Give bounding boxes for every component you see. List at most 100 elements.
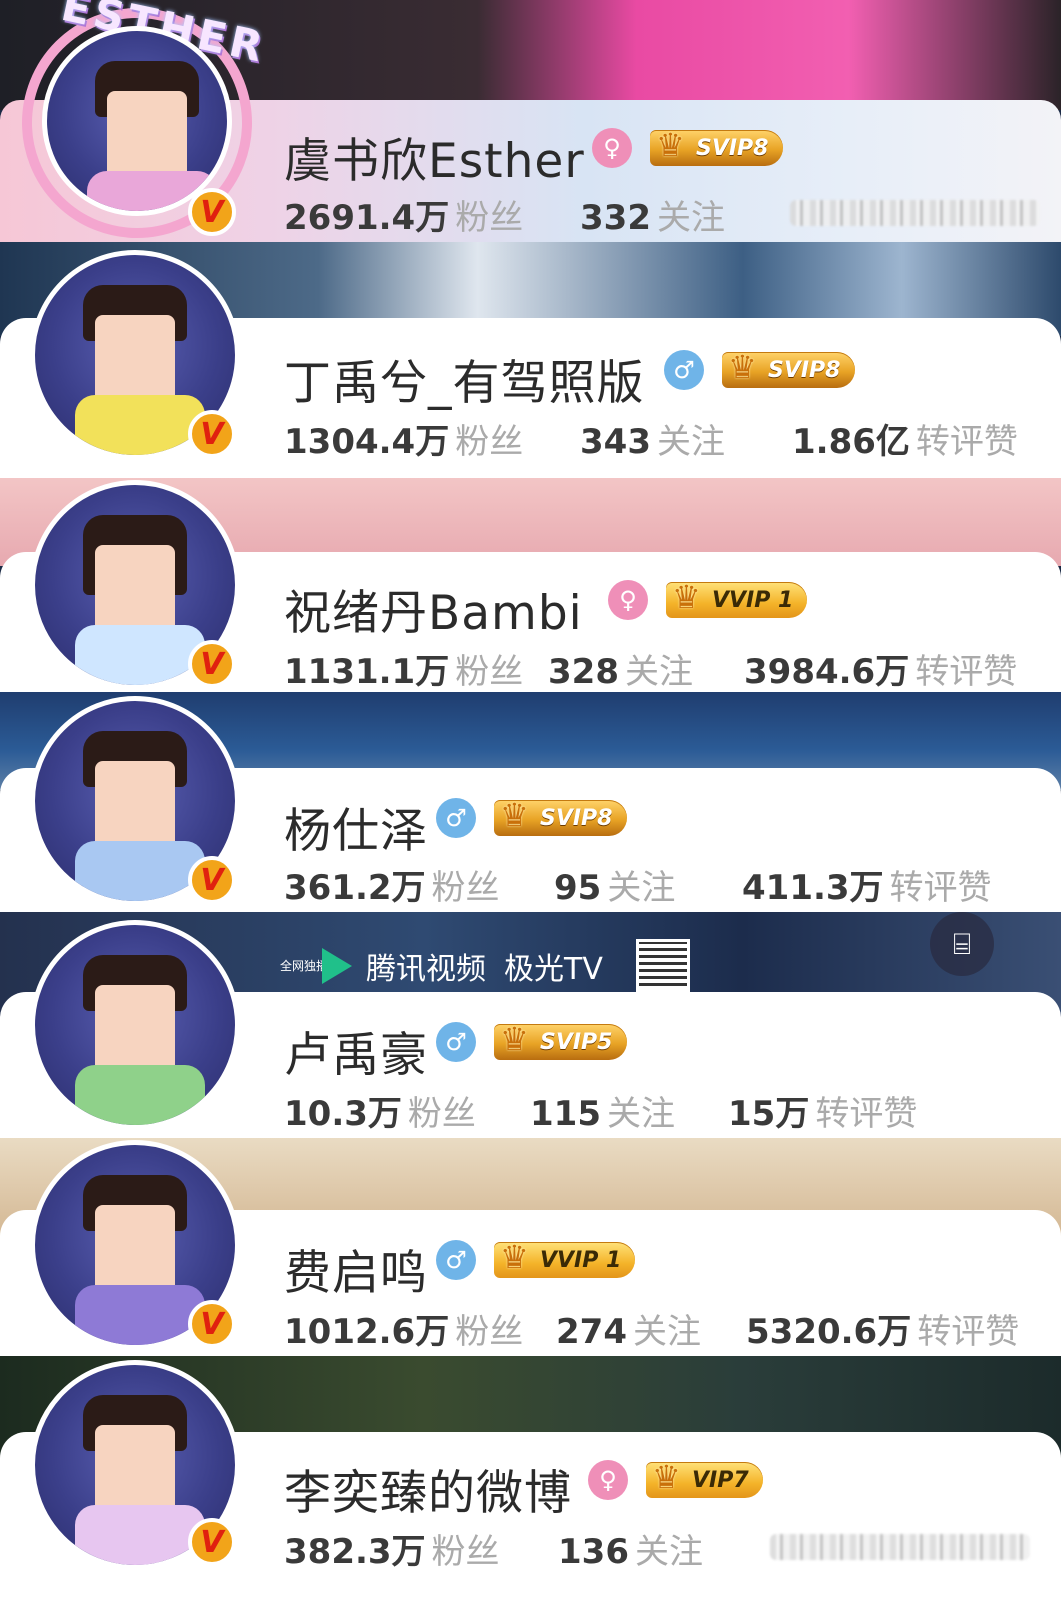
crown-icon: ♛ bbox=[672, 578, 701, 616]
interactions-label: 转评赞 bbox=[889, 868, 992, 908]
profile-name[interactable]: 丁禹兮_有驾照版 bbox=[284, 344, 645, 413]
verified-badge-icon: V bbox=[188, 640, 236, 688]
avatar[interactable] bbox=[42, 26, 232, 216]
avatar-robe bbox=[75, 1065, 205, 1125]
profile-name[interactable]: 李奕臻的微博 bbox=[284, 1454, 572, 1523]
following-value: 136 bbox=[558, 1532, 629, 1572]
banner-small-text: 全网独播 bbox=[280, 959, 329, 973]
avatar-face bbox=[107, 91, 187, 181]
profile-name[interactable]: 虞书欣Esther bbox=[284, 122, 585, 191]
avatar-robe bbox=[75, 1505, 205, 1565]
crown-icon: ♛ bbox=[500, 1020, 529, 1058]
fans-value: 2691.4万 bbox=[284, 198, 450, 238]
profile-name[interactable]: 卢禹豪 bbox=[284, 1016, 428, 1085]
avatar-face bbox=[95, 985, 175, 1075]
verified-badge-icon: V bbox=[188, 188, 236, 236]
following-stat[interactable]: 332 关注 bbox=[580, 190, 725, 239]
male-icon: ♂ bbox=[436, 1022, 476, 1062]
fans-stat[interactable]: 1304.4万 粉丝 bbox=[284, 414, 523, 463]
scan-icon[interactable]: ⌸ bbox=[930, 912, 994, 976]
fans-label: 粉丝 bbox=[431, 1532, 500, 1572]
fans-label: 粉丝 bbox=[455, 1312, 524, 1352]
avatar-face bbox=[95, 315, 175, 405]
female-icon: ♀ bbox=[592, 128, 632, 168]
fans-value: 361.2万 bbox=[284, 868, 426, 908]
fans-value: 382.3万 bbox=[284, 1532, 426, 1572]
vip-badge[interactable]: ♛ VVIP 1 bbox=[666, 578, 808, 618]
blurred-stat bbox=[770, 1534, 1030, 1560]
vip-level: SVIP8 bbox=[540, 805, 613, 831]
interactions-value: 3984.6万 bbox=[744, 652, 910, 692]
following-label: 关注 bbox=[624, 652, 693, 692]
avatar[interactable] bbox=[30, 920, 240, 1130]
interactions-stat[interactable]: 3984.6万 转评赞 bbox=[744, 644, 1017, 693]
interactions-stat[interactable]: 411.3万 转评赞 bbox=[742, 860, 992, 909]
vip-badge[interactable]: ♛ SVIP8 bbox=[494, 796, 627, 836]
vip-badge[interactable]: ♛ VVIP 1 bbox=[494, 1238, 636, 1278]
avatar-face bbox=[95, 1205, 175, 1295]
avatar-robe bbox=[75, 625, 205, 685]
following-value: 332 bbox=[580, 198, 651, 238]
vip-level: VVIP 1 bbox=[540, 1247, 622, 1273]
following-value: 343 bbox=[580, 422, 651, 462]
vip-level: VIP7 bbox=[692, 1467, 749, 1493]
following-label: 关注 bbox=[607, 868, 676, 908]
crown-icon: ♛ bbox=[500, 796, 529, 834]
fans-value: 10.3万 bbox=[284, 1094, 402, 1134]
following-stat[interactable]: 95 关注 bbox=[554, 860, 675, 909]
profile-name[interactable]: 杨仕泽 bbox=[284, 792, 428, 861]
vip-level: SVIP5 bbox=[540, 1029, 613, 1055]
verified-badge-icon: V bbox=[188, 1518, 236, 1566]
vip-badge[interactable]: ♛ SVIP5 bbox=[494, 1020, 627, 1060]
banner-service-name: 腾讯视频 bbox=[366, 952, 486, 987]
interactions-label: 转评赞 bbox=[915, 422, 1018, 462]
following-value: 115 bbox=[530, 1094, 601, 1134]
following-stat[interactable]: 328 关注 bbox=[548, 644, 693, 693]
fans-stat[interactable]: 1012.6万 粉丝 bbox=[284, 1304, 523, 1353]
vip-badge[interactable]: ♛ SVIP8 bbox=[650, 126, 783, 166]
fans-label: 粉丝 bbox=[455, 422, 524, 462]
vip-badge[interactable]: ♛ VIP7 bbox=[646, 1458, 763, 1498]
fans-stat[interactable]: 2691.4万 粉丝 bbox=[284, 190, 523, 239]
avatar-robe bbox=[75, 1285, 205, 1345]
interactions-value: 1.86亿 bbox=[792, 422, 910, 462]
fans-value: 1131.1万 bbox=[284, 652, 450, 692]
following-stat[interactable]: 115 关注 bbox=[530, 1086, 675, 1135]
following-label: 关注 bbox=[632, 1312, 701, 1352]
avatar-robe bbox=[75, 841, 205, 901]
interactions-value: 15万 bbox=[728, 1094, 810, 1134]
following-value: 95 bbox=[554, 868, 602, 908]
following-label: 关注 bbox=[656, 422, 725, 462]
qr-code-icon bbox=[635, 939, 690, 993]
interactions-label: 转评赞 bbox=[915, 652, 1018, 692]
fans-label: 粉丝 bbox=[455, 652, 524, 692]
blurred-stat bbox=[790, 200, 1040, 226]
avatar-robe bbox=[75, 395, 205, 455]
verified-badge-icon: V bbox=[188, 856, 236, 904]
male-icon: ♂ bbox=[436, 1240, 476, 1280]
interactions-stat[interactable]: 15万 转评赞 bbox=[728, 1086, 917, 1135]
following-stat[interactable]: 343 关注 bbox=[580, 414, 725, 463]
profile-name[interactable]: 费启鸣 bbox=[284, 1234, 428, 1303]
video-banner[interactable]: 全网独播 腾讯视频 极光TV bbox=[280, 938, 690, 994]
fans-label: 粉丝 bbox=[407, 1094, 476, 1134]
fans-stat[interactable]: 361.2万 粉丝 bbox=[284, 860, 500, 909]
tencent-video-logo-icon bbox=[322, 948, 352, 984]
vip-level: SVIP8 bbox=[768, 357, 841, 383]
fans-stat[interactable]: 10.3万 粉丝 bbox=[284, 1086, 476, 1135]
following-stat[interactable]: 274 关注 bbox=[556, 1304, 701, 1353]
fans-label: 粉丝 bbox=[431, 868, 500, 908]
interactions-stat[interactable]: 1.86亿 转评赞 bbox=[792, 414, 1018, 463]
following-value: 274 bbox=[556, 1312, 627, 1352]
interactions-value: 5320.6万 bbox=[746, 1312, 912, 1352]
following-stat[interactable]: 136 关注 bbox=[558, 1524, 703, 1573]
crown-icon: ♛ bbox=[656, 126, 685, 164]
interactions-label: 转评赞 bbox=[815, 1094, 918, 1134]
fans-stat[interactable]: 382.3万 粉丝 bbox=[284, 1524, 500, 1573]
profile-name[interactable]: 祝绪丹Bambi bbox=[284, 574, 583, 643]
fans-stat[interactable]: 1131.1万 粉丝 bbox=[284, 644, 523, 693]
interactions-stat[interactable]: 5320.6万 转评赞 bbox=[746, 1304, 1019, 1353]
crown-icon: ♛ bbox=[652, 1458, 681, 1496]
vip-badge[interactable]: ♛ SVIP8 bbox=[722, 348, 855, 388]
female-icon: ♀ bbox=[608, 580, 648, 620]
